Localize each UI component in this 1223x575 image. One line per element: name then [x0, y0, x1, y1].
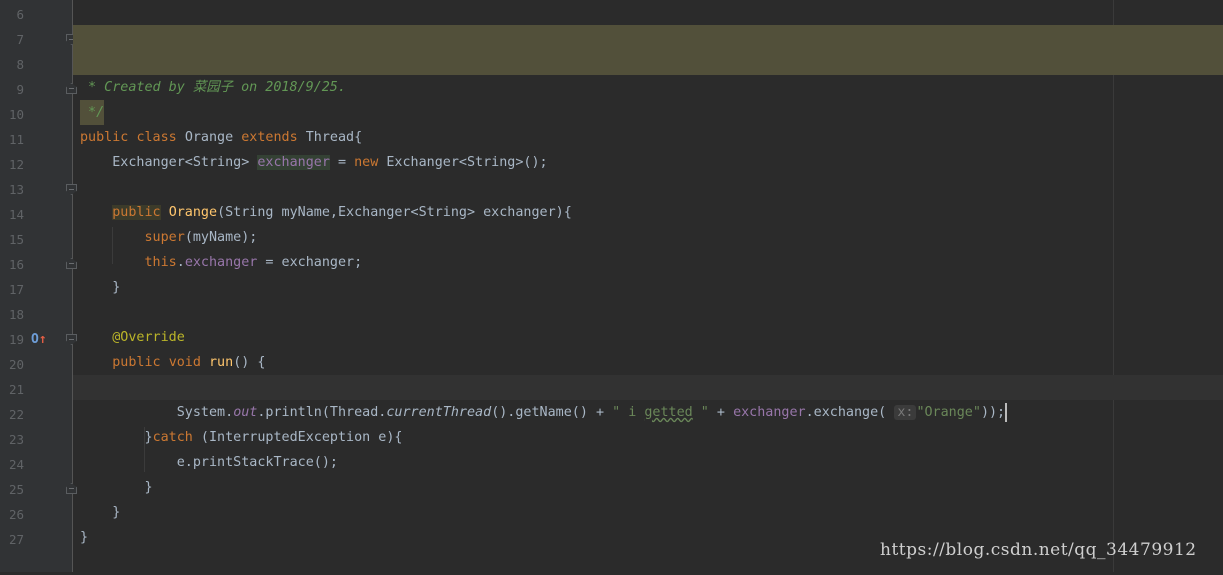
line-number: 18	[8, 307, 24, 322]
code-line-7: /**	[73, 25, 1223, 70]
code-editor[interactable]: /** * Created by 菜园子 on 2018/9/25. */ pu…	[73, 0, 1223, 572]
code-line-16: }	[73, 250, 1223, 295]
code-line-9: */	[73, 75, 1223, 125]
line-number: 24	[8, 457, 24, 472]
line-number: 8	[16, 57, 24, 72]
closing-brace: }	[80, 530, 89, 545]
line-number: 17	[8, 282, 24, 297]
line-number: 19	[8, 332, 24, 347]
code-line-19: public void run() {	[73, 325, 1223, 370]
line-number: 27	[8, 532, 24, 547]
code-line-11: Exchanger<String> exchanger = new Exchan…	[112, 155, 548, 170]
code-line-8: * Created by 菜园子 on 2018/9/25.	[73, 50, 1223, 95]
line-number: 12	[8, 157, 24, 172]
code-line-22: }catch (InterruptedException e){	[73, 400, 1223, 445]
field-exchanger: exchanger	[257, 155, 330, 170]
watermark-url: https://blog.csdn.net/qq_34479912	[880, 540, 1197, 560]
line-number: 25	[8, 482, 24, 497]
keyword-new: new	[354, 155, 379, 170]
code-line-21: System.out.println(Thread.currentThread(…	[73, 375, 1223, 422]
line-number: 11	[8, 132, 24, 147]
code-line-18: @Override	[73, 300, 1223, 345]
closing-brace: }	[112, 280, 121, 295]
code-line-20: try {	[73, 350, 1223, 395]
line-number: 22	[8, 407, 24, 422]
code-line-13: public Orange(String myName,Exchanger<St…	[73, 175, 1223, 220]
line-number: 9	[16, 82, 24, 97]
line-number: 6	[16, 7, 24, 22]
line-number: 21	[8, 382, 24, 397]
line-number: 26	[8, 507, 24, 522]
line-number: 7	[16, 32, 24, 47]
code-line-23: e.printStackTrace();	[73, 425, 1223, 470]
constructor-call: Exchanger<String>();	[386, 155, 548, 170]
line-number: 23	[8, 432, 24, 447]
line-number: 20	[8, 357, 24, 372]
line-number: 16	[8, 257, 24, 272]
line-number: 15	[8, 232, 24, 247]
code-line-10: public class Orange extends Thread{	[80, 130, 363, 145]
code-line-15: this.exchanger = exchanger;	[144, 255, 363, 270]
field-type: Exchanger<String>	[112, 155, 250, 170]
code-line-14: super(myName);	[73, 200, 1223, 245]
override-method-icon[interactable]: O↑	[31, 327, 47, 352]
line-number: 10	[8, 107, 24, 122]
code-line-26: }	[73, 500, 1223, 545]
line-number: 14	[8, 207, 24, 222]
code-line-25: }	[73, 475, 1223, 520]
line-number: 13	[8, 182, 24, 197]
code-line-24: }	[73, 450, 1223, 495]
